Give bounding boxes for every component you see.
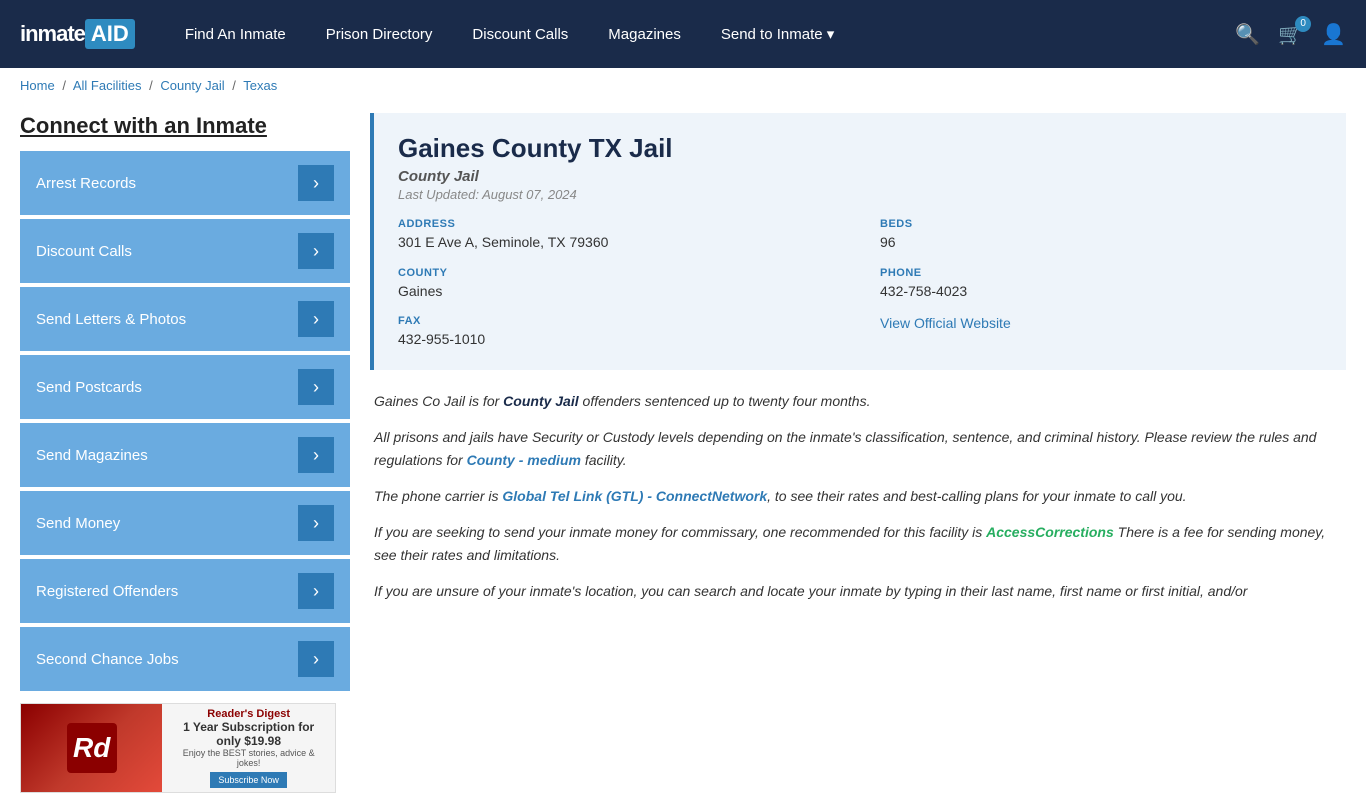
desc-p1-rest: offenders sentenced up to twenty four mo… — [579, 393, 871, 409]
ad-rd-logo: Rd — [67, 723, 117, 773]
breadcrumb-home[interactable]: Home — [20, 78, 55, 93]
nav-send-to-inmate[interactable]: Send to Inmate ▾ — [721, 25, 834, 43]
desc-para-4: If you are seeking to send your inmate m… — [374, 521, 1342, 566]
facility-info-grid: ADDRESS 301 E Ave A, Seminole, TX 79360 … — [398, 218, 1322, 350]
navbar-links: Find An Inmate Prison Directory Discount… — [185, 25, 1205, 43]
breadcrumb-sep-1: / — [62, 78, 66, 93]
county-value: Gaines — [398, 282, 840, 302]
fax-value: 432-955-1010 — [398, 330, 840, 350]
desc-access-corrections-link[interactable]: AccessCorrections — [986, 524, 1114, 540]
phone-label: PHONE — [880, 267, 1322, 279]
facility-beds-block: BEDS 96 — [880, 218, 1322, 253]
desc-para-3: The phone carrier is Global Tel Link (GT… — [374, 485, 1342, 507]
sidebar-btn-arrest-records[interactable]: Arrest Records › — [20, 151, 350, 215]
sidebar-title: Connect with an Inmate — [20, 113, 350, 139]
content-area: Gaines County TX Jail County Jail Last U… — [370, 113, 1346, 793]
logo-aid: AID — [85, 19, 135, 49]
facility-county-block: COUNTY Gaines — [398, 267, 840, 302]
sidebar-btn-label: Discount Calls — [36, 243, 132, 260]
navbar-right: 🔍 🛒 0 👤 — [1235, 22, 1346, 47]
nav-discount-calls[interactable]: Discount Calls — [472, 26, 568, 43]
county-label: COUNTY — [398, 267, 840, 279]
sidebar-btn-second-chance-jobs[interactable]: Second Chance Jobs › — [20, 627, 350, 691]
facility-updated: Last Updated: August 07, 2024 — [398, 187, 1322, 202]
sidebar-btn-label: Send Money — [36, 515, 120, 532]
sidebar-btn-send-magazines[interactable]: Send Magazines › — [20, 423, 350, 487]
phone-value: 432-758-4023 — [880, 282, 1322, 302]
facility-type: County Jail — [398, 168, 1322, 185]
arrow-icon: › — [298, 505, 334, 541]
user-icon[interactable]: 👤 — [1321, 22, 1346, 47]
ad-left-section: Rd — [21, 704, 162, 792]
cart-wrapper[interactable]: 🛒 0 — [1278, 22, 1303, 47]
desc-county-jail-link[interactable]: County Jail — [503, 393, 578, 409]
breadcrumb-county-jail[interactable]: County Jail — [160, 78, 224, 93]
desc-para-2: All prisons and jails have Security or C… — [374, 426, 1342, 471]
facility-fax-block: FAX 432-955-1010 — [398, 315, 840, 350]
search-icon[interactable]: 🔍 — [1235, 22, 1260, 47]
desc-p4-text: If you are seeking to send your inmate m… — [374, 524, 986, 540]
breadcrumb-sep-3: / — [232, 78, 236, 93]
sidebar-btn-label: Arrest Records — [36, 175, 136, 192]
desc-para-5: If you are unsure of your inmate's locat… — [374, 580, 1342, 602]
facility-phone-block: PHONE 432-758-4023 — [880, 267, 1322, 302]
desc-p2-rest: facility. — [581, 452, 627, 468]
sidebar-btn-registered-offenders[interactable]: Registered Offenders › — [20, 559, 350, 623]
facility-website-block: View Official Website — [880, 315, 1322, 350]
breadcrumb: Home / All Facilities / County Jail / Te… — [0, 68, 1366, 103]
desc-p1-text: Gaines Co Jail is for — [374, 393, 503, 409]
beds-label: BEDS — [880, 218, 1322, 230]
sidebar-btn-discount-calls[interactable]: Discount Calls › — [20, 219, 350, 283]
facility-address-block: ADDRESS 301 E Ave A, Seminole, TX 79360 — [398, 218, 840, 253]
arrow-icon: › — [298, 301, 334, 337]
desc-gtl-link[interactable]: Global Tel Link (GTL) - ConnectNetwork — [502, 488, 767, 504]
desc-p3-rest: , to see their rates and best-calling pl… — [767, 488, 1186, 504]
ad-title: Reader's Digest — [207, 708, 290, 720]
official-website-link[interactable]: View Official Website — [880, 315, 1011, 331]
nav-magazines[interactable]: Magazines — [608, 26, 681, 43]
address-label: ADDRESS — [398, 218, 840, 230]
arrow-icon: › — [298, 165, 334, 201]
logo[interactable]: inmate AID — [20, 19, 135, 49]
breadcrumb-all-facilities[interactable]: All Facilities — [73, 78, 142, 93]
sidebar-btn-label: Registered Offenders — [36, 583, 178, 600]
facility-card: Gaines County TX Jail County Jail Last U… — [370, 113, 1346, 370]
ad-price: 1 Year Subscription for only $19.98 — [170, 720, 327, 748]
desc-county-medium-link[interactable]: County - medium — [467, 452, 581, 468]
desc-p3-text: The phone carrier is — [374, 488, 502, 504]
sidebar: Connect with an Inmate Arrest Records › … — [20, 113, 350, 793]
ad-banner: Rd Reader's Digest 1 Year Subscription f… — [20, 703, 336, 793]
cart-badge: 0 — [1295, 16, 1311, 32]
main-container: Connect with an Inmate Arrest Records › … — [0, 103, 1366, 803]
sidebar-btn-send-postcards[interactable]: Send Postcards › — [20, 355, 350, 419]
nav-find-inmate[interactable]: Find An Inmate — [185, 26, 286, 43]
arrow-icon: › — [298, 641, 334, 677]
description-block: Gaines Co Jail is for County Jail offend… — [370, 390, 1346, 603]
facility-name: Gaines County TX Jail — [398, 133, 1322, 164]
sidebar-btn-label: Send Letters & Photos — [36, 311, 186, 328]
arrow-icon: › — [298, 573, 334, 609]
sidebar-btn-label: Send Magazines — [36, 447, 148, 464]
sidebar-btn-label: Second Chance Jobs — [36, 651, 179, 668]
breadcrumb-texas[interactable]: Texas — [243, 78, 277, 93]
logo-inmate: inmate — [20, 21, 85, 47]
ad-content: Reader's Digest 1 Year Subscription for … — [162, 704, 335, 792]
beds-value: 96 — [880, 233, 1322, 253]
sidebar-btn-send-money[interactable]: Send Money › — [20, 491, 350, 555]
sidebar-btn-label: Send Postcards — [36, 379, 142, 396]
nav-prison-directory[interactable]: Prison Directory — [326, 26, 433, 43]
breadcrumb-sep-2: / — [149, 78, 153, 93]
sidebar-btn-send-letters[interactable]: Send Letters & Photos › — [20, 287, 350, 351]
ad-subtitle: Enjoy the BEST stories, advice & jokes! — [170, 748, 327, 768]
arrow-icon: › — [298, 369, 334, 405]
arrow-icon: › — [298, 233, 334, 269]
address-value: 301 E Ave A, Seminole, TX 79360 — [398, 233, 840, 253]
ad-subscribe-button[interactable]: Subscribe Now — [210, 772, 287, 788]
navbar: inmate AID Find An Inmate Prison Directo… — [0, 0, 1366, 68]
fax-label: FAX — [398, 315, 840, 327]
desc-para-1: Gaines Co Jail is for County Jail offend… — [374, 390, 1342, 412]
desc-p5-text: If you are unsure of your inmate's locat… — [374, 583, 1247, 599]
arrow-icon: › — [298, 437, 334, 473]
